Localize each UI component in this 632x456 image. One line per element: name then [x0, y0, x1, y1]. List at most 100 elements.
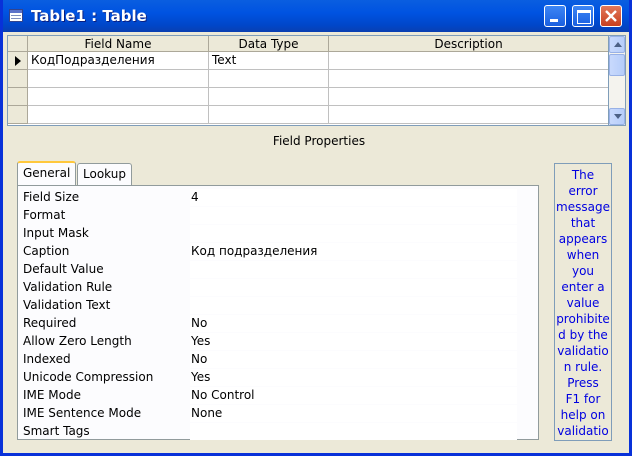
- scroll-down-button[interactable]: [609, 108, 625, 125]
- property-label: Unicode Compression: [23, 370, 154, 384]
- property-row-validation-rule: Validation Rule: [18, 278, 538, 296]
- help-text-box: The error message that appears when you …: [554, 163, 612, 441]
- caption-value[interactable]: Код подразделения: [190, 243, 517, 260]
- data-type-cell[interactable]: [209, 106, 329, 124]
- window-title: Table1 : Table: [31, 7, 147, 25]
- ime-sentence-mode-value[interactable]: None: [190, 405, 517, 422]
- validation-text-value[interactable]: [190, 297, 517, 314]
- table-row: КодПодразделения Text: [8, 52, 608, 70]
- grid-vertical-scrollbar[interactable]: [609, 35, 626, 126]
- property-row-ime-mode: IME Mode No Control: [18, 386, 538, 404]
- table-icon: [9, 9, 23, 22]
- property-label: Allow Zero Length: [23, 334, 132, 348]
- close-button[interactable]: [600, 5, 622, 27]
- required-value[interactable]: No: [190, 315, 517, 332]
- scroll-up-button[interactable]: [609, 36, 625, 53]
- col-header-field-name[interactable]: Field Name: [28, 36, 209, 52]
- property-label: Smart Tags: [23, 424, 90, 438]
- property-row-format: Format: [18, 206, 538, 224]
- property-label: Indexed: [23, 352, 71, 366]
- field-properties-title: Field Properties: [272, 134, 366, 148]
- input-mask-value[interactable]: [190, 225, 517, 242]
- property-label: IME Mode: [23, 388, 81, 402]
- data-type-cell[interactable]: [209, 88, 329, 106]
- help-line: F1 for: [565, 392, 601, 406]
- maximize-button[interactable]: [572, 5, 594, 27]
- data-type-cell[interactable]: [209, 70, 329, 88]
- property-label: IME Sentence Mode: [23, 406, 142, 420]
- ime-mode-value[interactable]: No Control: [190, 387, 517, 404]
- minimize-button[interactable]: [544, 5, 566, 27]
- unicode-compression-value[interactable]: Yes: [190, 369, 517, 386]
- help-line: prohibite: [556, 312, 610, 326]
- field-name-cell[interactable]: [28, 106, 209, 124]
- help-line: you: [571, 264, 595, 278]
- field-name-cell[interactable]: [28, 70, 209, 88]
- field-size-value[interactable]: 4: [190, 189, 517, 206]
- help-line: Press: [567, 376, 599, 390]
- allow-zero-length-value[interactable]: Yes: [190, 333, 517, 350]
- grid-header: Field Name Data Type Description: [8, 36, 608, 53]
- property-label: Caption: [23, 244, 70, 258]
- validation-rule-value[interactable]: [190, 279, 517, 296]
- scroll-thumb[interactable]: [609, 54, 625, 76]
- help-line: error: [568, 184, 598, 198]
- help-line: enter a: [561, 280, 605, 294]
- row-selector[interactable]: [8, 88, 28, 106]
- property-row-validation-text: Validation Text: [18, 296, 538, 314]
- col-header-description[interactable]: Description: [329, 36, 608, 52]
- field-properties-panel: Field Size 4 Format Input Mask Caption Код…: [17, 185, 539, 440]
- property-row-input-mask: Input Mask: [18, 224, 538, 242]
- row-selector[interactable]: [8, 52, 28, 70]
- close-icon: [605, 10, 617, 22]
- data-type-cell[interactable]: Text: [209, 52, 329, 70]
- description-cell[interactable]: [329, 88, 608, 106]
- tab-general[interactable]: General: [17, 161, 77, 185]
- table-row: [8, 88, 608, 106]
- property-label: Default Value: [23, 262, 104, 276]
- table-row: [8, 106, 608, 124]
- default-value-value[interactable]: [190, 261, 517, 278]
- current-row-arrow-icon: [15, 56, 21, 66]
- tab-lookup[interactable]: Lookup: [77, 163, 132, 185]
- property-row-smart-tags: Smart Tags: [18, 422, 538, 440]
- field-name-cell[interactable]: [28, 88, 209, 106]
- help-line: that: [570, 216, 596, 230]
- title-bar[interactable]: Table1 : Table: [3, 0, 629, 32]
- help-line: when: [566, 248, 600, 262]
- row-selector[interactable]: [8, 106, 28, 124]
- help-line: value: [566, 296, 600, 310]
- field-grid: Field Name Data Type Description КодПодр…: [7, 35, 609, 126]
- table-design-window: Table1 : Table Field Name Data Type Desc…: [0, 0, 632, 456]
- help-line: d by the: [558, 328, 608, 342]
- table-row: [8, 70, 608, 88]
- description-cell[interactable]: [329, 106, 608, 124]
- help-line: help on: [560, 408, 606, 422]
- help-line: The: [571, 168, 595, 182]
- property-label: Format: [23, 208, 66, 222]
- description-cell[interactable]: [329, 70, 608, 88]
- field-name-cell[interactable]: КодПодразделения: [28, 52, 209, 70]
- help-line: validatio: [557, 424, 609, 438]
- property-row-required: Required No: [18, 314, 538, 332]
- property-row-field-size: Field Size 4: [18, 188, 538, 206]
- property-row-default-value: Default Value: [18, 260, 538, 278]
- property-label: Validation Rule: [23, 280, 113, 294]
- property-label: Input Mask: [23, 226, 89, 240]
- description-cell[interactable]: [329, 52, 608, 70]
- row-selector[interactable]: [8, 70, 28, 88]
- indexed-value[interactable]: No: [190, 351, 517, 368]
- property-row-indexed: Indexed No: [18, 350, 538, 368]
- property-label: Validation Text: [23, 298, 111, 312]
- col-header-data-type[interactable]: Data Type: [209, 36, 329, 52]
- help-line: message: [556, 200, 610, 214]
- property-label: Required: [23, 316, 77, 330]
- help-line: validatio: [557, 344, 609, 358]
- header-corner: [8, 36, 28, 52]
- format-value[interactable]: [190, 207, 517, 224]
- help-line: appears: [558, 232, 608, 246]
- property-label: Field Size: [23, 190, 80, 204]
- property-row-ime-sentence-mode: IME Sentence Mode None: [18, 404, 538, 422]
- property-row-unicode-compression: Unicode Compression Yes: [18, 368, 538, 386]
- smart-tags-value[interactable]: [190, 423, 517, 440]
